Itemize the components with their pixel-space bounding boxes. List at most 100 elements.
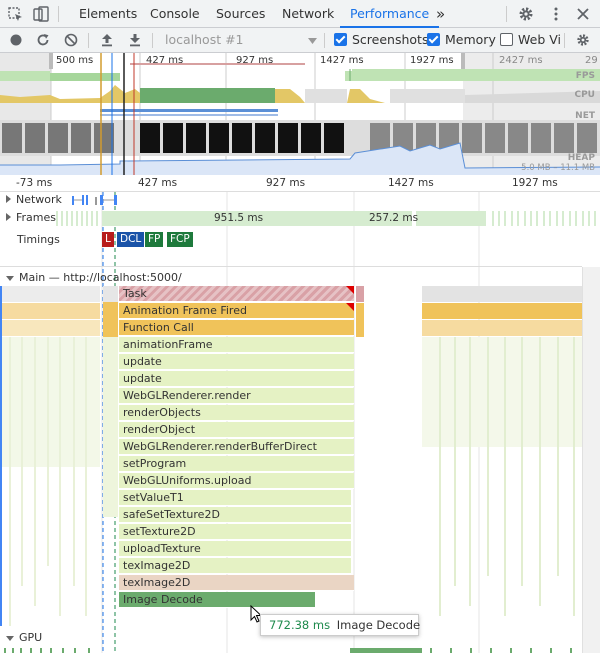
tab-elements[interactable]: Elements xyxy=(79,0,137,28)
flame-entry[interactable]: renderObject xyxy=(119,422,354,438)
separator xyxy=(58,6,59,22)
tab-performance[interactable]: Performance xyxy=(340,0,440,28)
load-marker[interactable]: L xyxy=(102,232,114,247)
performance-toolbar: localhost #1 Screenshots Memory Web Vi xyxy=(0,28,600,53)
fcp-marker[interactable]: FCP xyxy=(167,232,193,247)
flame-entry[interactable]: safeSetTexture2D xyxy=(119,507,351,523)
dcl-marker[interactable]: DCL xyxy=(117,232,145,247)
overview-tick: 29 xyxy=(585,55,598,66)
separator xyxy=(506,6,507,22)
flame-entry[interactable]: setValueT1 xyxy=(119,490,351,506)
clear-icon[interactable] xyxy=(64,33,78,47)
network-track-label: Network xyxy=(16,193,62,206)
flame-entry[interactable]: animationFrame xyxy=(119,337,354,353)
flame-entry[interactable]: update xyxy=(119,354,354,370)
flame-entry[interactable]: uploadTexture xyxy=(119,541,351,557)
profile-select[interactable]: localhost #1 xyxy=(165,33,244,47)
frames-bars xyxy=(56,211,596,226)
tab-network[interactable]: Network xyxy=(282,0,334,28)
separator xyxy=(324,33,325,48)
dropdown-arrow-icon[interactable] xyxy=(308,38,317,44)
overview-tick: 500 ms xyxy=(56,55,94,66)
network-requests[interactable] xyxy=(66,192,126,206)
flame-entry[interactable]: texImage2D xyxy=(119,575,354,591)
inspect-element-icon[interactable] xyxy=(8,7,24,23)
heap-label: HEAP xyxy=(567,153,595,163)
ruler-tick: -73 ms xyxy=(16,177,53,189)
flame-tooltip: 772.38 ms Image Decode xyxy=(260,614,421,636)
separator xyxy=(152,33,153,48)
reload-record-icon[interactable] xyxy=(36,33,50,47)
flame-entry[interactable]: WebGLUniforms.upload xyxy=(119,473,354,489)
vertical-scrollbar[interactable] xyxy=(582,267,600,653)
separator xyxy=(88,33,89,48)
network-track-toggle[interactable]: Network xyxy=(6,193,62,206)
expand-arrow-icon xyxy=(6,195,11,203)
ruler-tick: 927 ms xyxy=(266,177,306,189)
frames-track-label: Frames xyxy=(16,211,57,224)
close-icon[interactable] xyxy=(576,7,590,21)
expand-arrow-icon xyxy=(6,213,11,221)
flame-entry[interactable]: WebGLRenderer.renderBufferDirect xyxy=(119,439,354,455)
fps-label: FPS xyxy=(575,71,595,81)
upload-profile-icon[interactable] xyxy=(100,33,114,47)
device-toolbar-icon[interactable] xyxy=(33,6,49,22)
flame-entry[interactable]: setTexture2D xyxy=(119,524,351,540)
separator xyxy=(564,33,565,48)
web-vitals-label[interactable]: Web Vi xyxy=(518,33,561,47)
timeline-overview[interactable]: 500 ms 427 ms 927 ms 1427 ms 1927 ms 242… xyxy=(0,53,600,175)
track-divider xyxy=(0,266,582,267)
memory-checkbox[interactable] xyxy=(427,33,440,46)
main-track-toggle[interactable]: Main — http://localhost:5000/ xyxy=(6,271,182,284)
devtools-tab-bar: Elements Console Sources Network Perform… xyxy=(0,0,600,28)
ruler-tick: 1927 ms xyxy=(512,177,558,189)
flame-entry[interactable]: setProgram xyxy=(119,456,354,472)
collapse-arrow-icon xyxy=(6,635,14,641)
ruler-tick: 1427 ms xyxy=(388,177,434,189)
download-profile-icon[interactable] xyxy=(128,33,142,47)
flame-entry[interactable]: WebGLRenderer.render xyxy=(119,388,354,404)
flame-entry[interactable]: update xyxy=(119,371,354,387)
gpu-track-toggle[interactable]: GPU xyxy=(6,631,42,644)
overview-tick: 427 ms xyxy=(146,55,184,66)
kebab-menu-icon[interactable] xyxy=(548,6,564,22)
frame-duration[interactable]: 257.2 ms xyxy=(369,212,418,224)
long-task-warning-icon xyxy=(346,286,354,294)
ruler-tick: 427 ms xyxy=(138,177,178,189)
screenshots-checkbox[interactable] xyxy=(334,33,347,46)
flame-entry[interactable]: Function Call xyxy=(119,320,354,336)
screenshots-label[interactable]: Screenshots xyxy=(352,33,428,47)
tooltip-duration: 772.38 ms xyxy=(269,618,331,632)
settings-gear-icon[interactable] xyxy=(518,6,534,22)
net-label: NET xyxy=(575,111,595,121)
frame-duration[interactable]: 951.5 ms xyxy=(214,212,263,224)
heap-range: 5.0 MB – 11.1 MB xyxy=(521,163,595,173)
capture-settings-gear-icon[interactable] xyxy=(576,33,590,47)
main-track-label: Main — http://localhost:5000/ xyxy=(19,271,182,284)
tab-sources[interactable]: Sources xyxy=(216,0,265,28)
overview-tick: 1427 ms xyxy=(320,55,364,66)
warning-corner-icon xyxy=(346,303,354,311)
tab-console[interactable]: Console xyxy=(150,0,200,28)
flame-entry[interactable]: Task xyxy=(119,286,354,302)
timings-track-label: Timings xyxy=(17,233,60,246)
overview-graph xyxy=(0,53,600,175)
overview-tick: 927 ms xyxy=(236,55,274,66)
flame-entry[interactable]: renderObjects xyxy=(119,405,354,421)
overview-tick: 1927 ms xyxy=(410,55,454,66)
web-vitals-checkbox[interactable] xyxy=(500,33,513,46)
flame-entry[interactable]: texImage2D xyxy=(119,558,351,574)
frames-track-toggle[interactable]: Frames xyxy=(6,211,56,224)
gpu-track-bars xyxy=(4,648,572,653)
flame-entry[interactable]: Animation Frame Fired xyxy=(119,303,354,319)
fp-marker[interactable]: FP xyxy=(145,232,164,247)
time-ruler: -73 ms 427 ms 927 ms 1427 ms 1927 ms xyxy=(0,175,600,192)
memory-label[interactable]: Memory xyxy=(445,33,496,47)
record-icon[interactable] xyxy=(9,33,23,47)
more-tabs-button[interactable]: » xyxy=(436,0,445,28)
tooltip-name: Image Decode xyxy=(336,618,421,632)
collapse-arrow-icon xyxy=(6,275,14,281)
flame-entry[interactable]: Image Decode xyxy=(119,592,315,608)
cpu-label: CPU xyxy=(574,90,595,100)
gpu-track-label: GPU xyxy=(19,631,43,644)
